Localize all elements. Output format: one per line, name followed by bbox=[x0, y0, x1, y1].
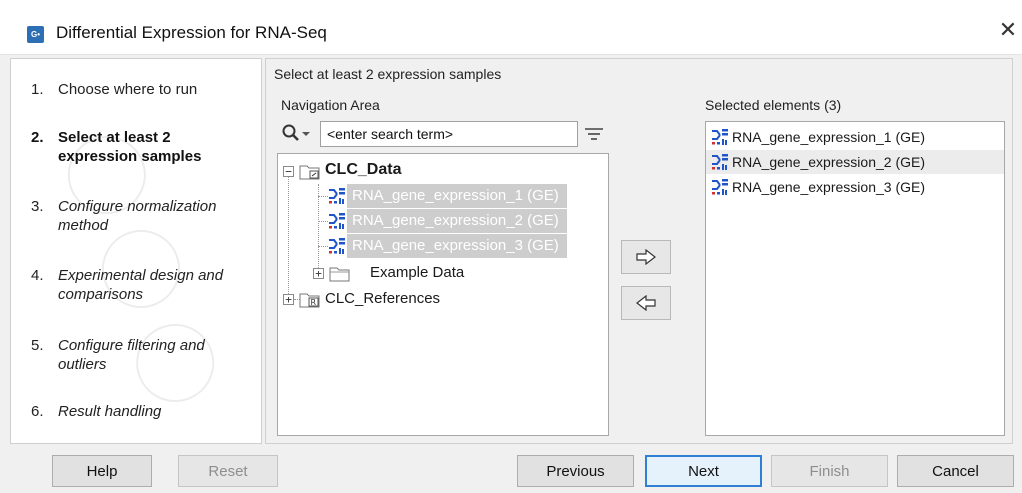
collapse-icon[interactable]: − bbox=[283, 166, 294, 177]
finish-button[interactable]: Finish bbox=[771, 455, 888, 487]
tree-label-root: CLC_Data bbox=[325, 161, 402, 178]
tree-label-references: CLC_References bbox=[325, 290, 441, 307]
cancel-button[interactable]: Cancel bbox=[897, 455, 1014, 487]
gene-expression-icon bbox=[712, 179, 728, 195]
tree-label-example: Example Data bbox=[370, 264, 465, 281]
selected-elements-label: Selected elements (3) bbox=[705, 97, 842, 113]
folder-icon bbox=[329, 267, 350, 282]
search-input[interactable] bbox=[320, 121, 578, 147]
navigation-area-label: Navigation Area bbox=[281, 97, 380, 113]
gene-expression-icon bbox=[712, 129, 728, 145]
gene-expression-icon bbox=[329, 238, 345, 254]
dialog-window: G• Differential Expression for RNA-Seq ✕… bbox=[0, 0, 1022, 493]
help-button[interactable]: Help bbox=[52, 455, 152, 487]
app-icon: G• bbox=[27, 26, 44, 43]
add-selected-button[interactable] bbox=[621, 240, 671, 274]
tree-connector bbox=[318, 221, 328, 222]
expand-icon[interactable]: + bbox=[313, 268, 324, 279]
selected-item-2[interactable]: RNA_gene_expression_2 (GE) bbox=[706, 150, 1004, 174]
navigation-tree[interactable]: − CLC_Data RNA_gene_expression_1 (GE) RN… bbox=[277, 153, 609, 436]
database-folder-icon bbox=[299, 165, 320, 180]
reference-folder-icon: R bbox=[299, 293, 320, 308]
remove-selected-button[interactable] bbox=[621, 286, 671, 320]
search-icon[interactable] bbox=[281, 123, 315, 145]
tree-node-example-data[interactable]: + Example Data bbox=[278, 261, 608, 285]
next-button[interactable]: Next bbox=[645, 455, 762, 487]
arrow-left-icon bbox=[636, 295, 656, 311]
gene-expression-icon bbox=[329, 213, 345, 229]
tree-connector bbox=[318, 246, 328, 247]
tree-node-clc-references[interactable]: + R CLC_References bbox=[278, 287, 608, 311]
gene-expression-icon bbox=[712, 154, 728, 170]
window-title: Differential Expression for RNA-Seq bbox=[56, 23, 327, 42]
selected-elements-list[interactable]: RNA_gene_expression_1 (GE) RNA_gene_expr… bbox=[705, 121, 1005, 436]
svg-text:R: R bbox=[311, 298, 317, 307]
section-title: Select at least 2 expression samples bbox=[274, 66, 502, 82]
arrow-right-icon bbox=[636, 249, 656, 265]
tree-connector bbox=[318, 196, 328, 197]
wizard-steps-panel: 1. Choose where to run 2. Select at leas… bbox=[10, 58, 262, 444]
title-bar: G• Differential Expression for RNA-Seq ✕ bbox=[0, 0, 1022, 55]
selected-item-1[interactable]: RNA_gene_expression_1 (GE) bbox=[706, 125, 1004, 149]
tree-node-clc-data[interactable]: − CLC_Data bbox=[278, 159, 608, 183]
expand-icon[interactable]: + bbox=[283, 294, 294, 305]
gene-expression-icon bbox=[329, 188, 345, 204]
reset-button[interactable]: Reset bbox=[178, 455, 278, 487]
filter-icon[interactable] bbox=[583, 124, 605, 144]
selected-item-3[interactable]: RNA_gene_expression_3 (GE) bbox=[706, 175, 1004, 199]
previous-button[interactable]: Previous bbox=[517, 455, 634, 487]
close-icon[interactable]: ✕ bbox=[994, 16, 1022, 44]
